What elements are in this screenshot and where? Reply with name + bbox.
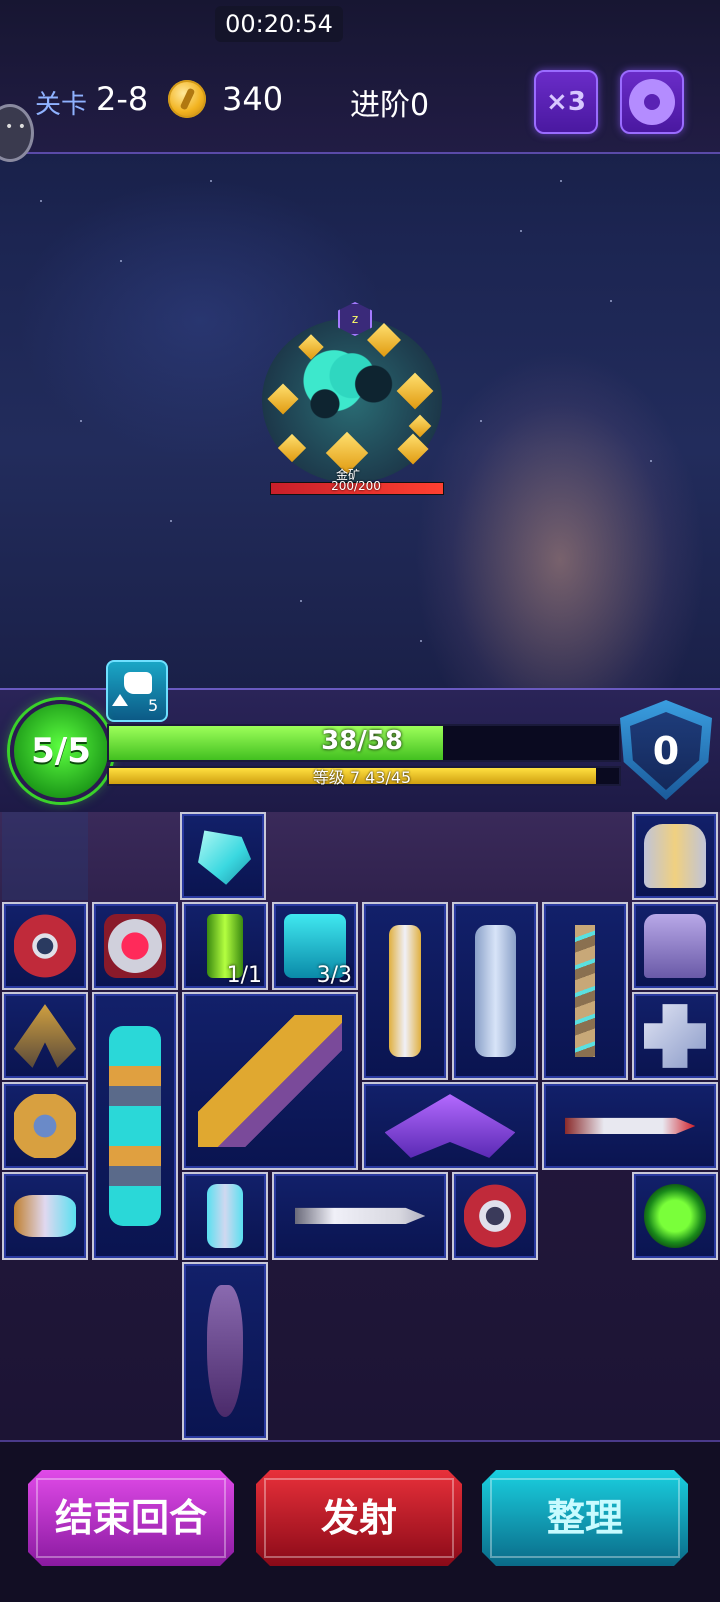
gold-arm-item[interactable] bbox=[182, 992, 358, 1170]
speed-button[interactable]: ×3 bbox=[534, 70, 598, 134]
item-quantity: 1/1 bbox=[226, 963, 262, 988]
cyan-box-item[interactable]: 3/3 bbox=[272, 902, 358, 990]
advance-level: 进阶0 bbox=[350, 88, 430, 123]
attack-buff-count: 5 bbox=[148, 696, 159, 715]
empty-slot[interactable] bbox=[2, 812, 88, 900]
purple-fighter-item[interactable] bbox=[362, 1082, 538, 1170]
crystal-item[interactable] bbox=[180, 812, 266, 900]
claw-drone-item[interactable] bbox=[2, 992, 88, 1080]
white-missile-item[interactable] bbox=[272, 1172, 448, 1260]
triple-engine-item[interactable] bbox=[92, 992, 178, 1260]
energy-orb: 5/5 bbox=[10, 700, 112, 802]
sort-button[interactable]: 整理 bbox=[482, 1470, 688, 1566]
silver-joint-small-item[interactable] bbox=[632, 992, 718, 1080]
enemy-hp-text: 200/200 bbox=[331, 479, 381, 493]
gold-mine-enemy[interactable] bbox=[262, 318, 442, 483]
fire-button[interactable]: 发射 bbox=[256, 1470, 462, 1566]
red-gear-core-item[interactable] bbox=[2, 902, 88, 990]
green-canister-item[interactable]: 1/1 bbox=[182, 902, 268, 990]
capsule-item[interactable] bbox=[182, 1172, 268, 1260]
coin-icon bbox=[168, 80, 206, 118]
red-mine-item[interactable] bbox=[452, 1172, 538, 1260]
gold-cannon-item[interactable] bbox=[362, 902, 448, 1080]
fist-icon bbox=[124, 672, 152, 694]
xp-text: 等级 7 43/45 bbox=[312, 768, 412, 787]
gear-icon bbox=[634, 84, 670, 120]
level-value: 2-8 bbox=[96, 80, 149, 118]
red-missile-item[interactable] bbox=[542, 1082, 718, 1170]
tentacle-item[interactable] bbox=[182, 1262, 268, 1440]
level-label: 关卡 bbox=[35, 90, 88, 120]
ruby-reactor-item[interactable] bbox=[92, 902, 178, 990]
twisted-spire-item[interactable] bbox=[542, 902, 628, 1080]
player-hp-text: 38/58 bbox=[321, 726, 403, 756]
purple-turret-item[interactable] bbox=[632, 902, 718, 990]
end-turn-button[interactable]: 结束回合 bbox=[28, 1470, 234, 1566]
thruster-item[interactable] bbox=[2, 1172, 88, 1260]
item-quantity: 3/3 bbox=[316, 963, 352, 988]
arrow-up-icon bbox=[112, 694, 128, 706]
attack-buff-badge[interactable]: 5 bbox=[106, 660, 168, 722]
armor-pod-item[interactable] bbox=[632, 812, 718, 900]
settings-button[interactable] bbox=[620, 70, 684, 134]
clock: 00:20:54 bbox=[215, 6, 343, 42]
coin-count: 340 bbox=[222, 80, 284, 118]
lucky-clover-item[interactable] bbox=[632, 1172, 718, 1260]
blue-blaster-item[interactable] bbox=[452, 902, 538, 1080]
top-bar bbox=[0, 0, 720, 154]
hex-core-item[interactable] bbox=[2, 1082, 88, 1170]
